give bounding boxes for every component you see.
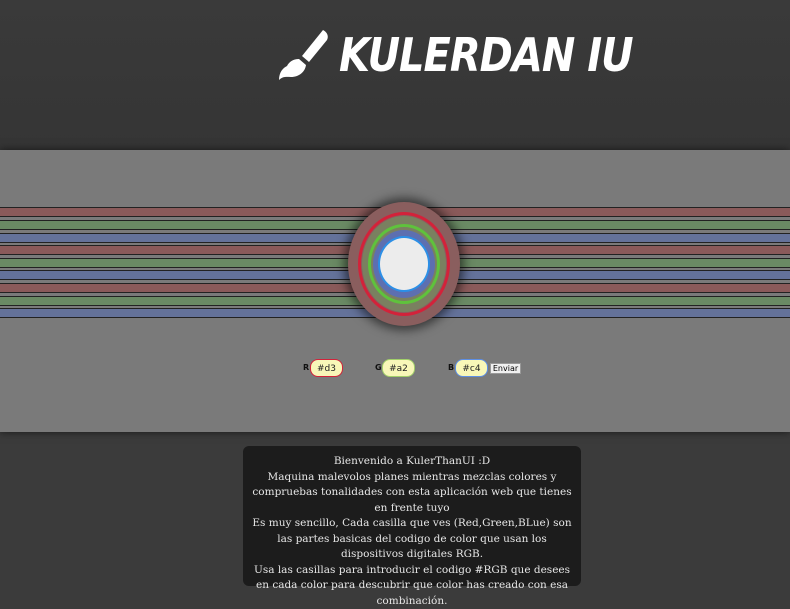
g-input[interactable]: #a2 <box>382 359 415 377</box>
info-welcome: Bienvenido a KulerThanUI :D <box>243 454 581 470</box>
header: KULERDAN IU <box>0 0 790 150</box>
g-label: G <box>375 363 382 372</box>
b-input[interactable]: #c4 <box>455 359 488 377</box>
info-line-2: Es muy sencillo, Cada casilla que ves (R… <box>243 516 581 563</box>
info-line-3: Usa las casillas para introducir el codi… <box>243 563 581 609</box>
r-label: R <box>303 363 309 372</box>
color-preview-circle <box>348 194 460 334</box>
preview-ring-core <box>378 236 430 292</box>
info-line-1: Maquina malevolos planes mientras mezcla… <box>243 470 581 517</box>
logo-title: KULERDAN IU <box>339 30 633 83</box>
submit-button[interactable]: Enviar <box>490 363 521 374</box>
b-label: B <box>448 363 454 372</box>
info-panel: Bienvenido a KulerThanUI :D Maquina male… <box>243 446 581 586</box>
rgb-controls: R #d3 G #a2 B #c4 Enviar <box>0 359 790 381</box>
paintbrush-icon <box>275 28 331 84</box>
logo: KULERDAN IU <box>275 26 633 86</box>
r-input[interactable]: #d3 <box>310 359 343 377</box>
